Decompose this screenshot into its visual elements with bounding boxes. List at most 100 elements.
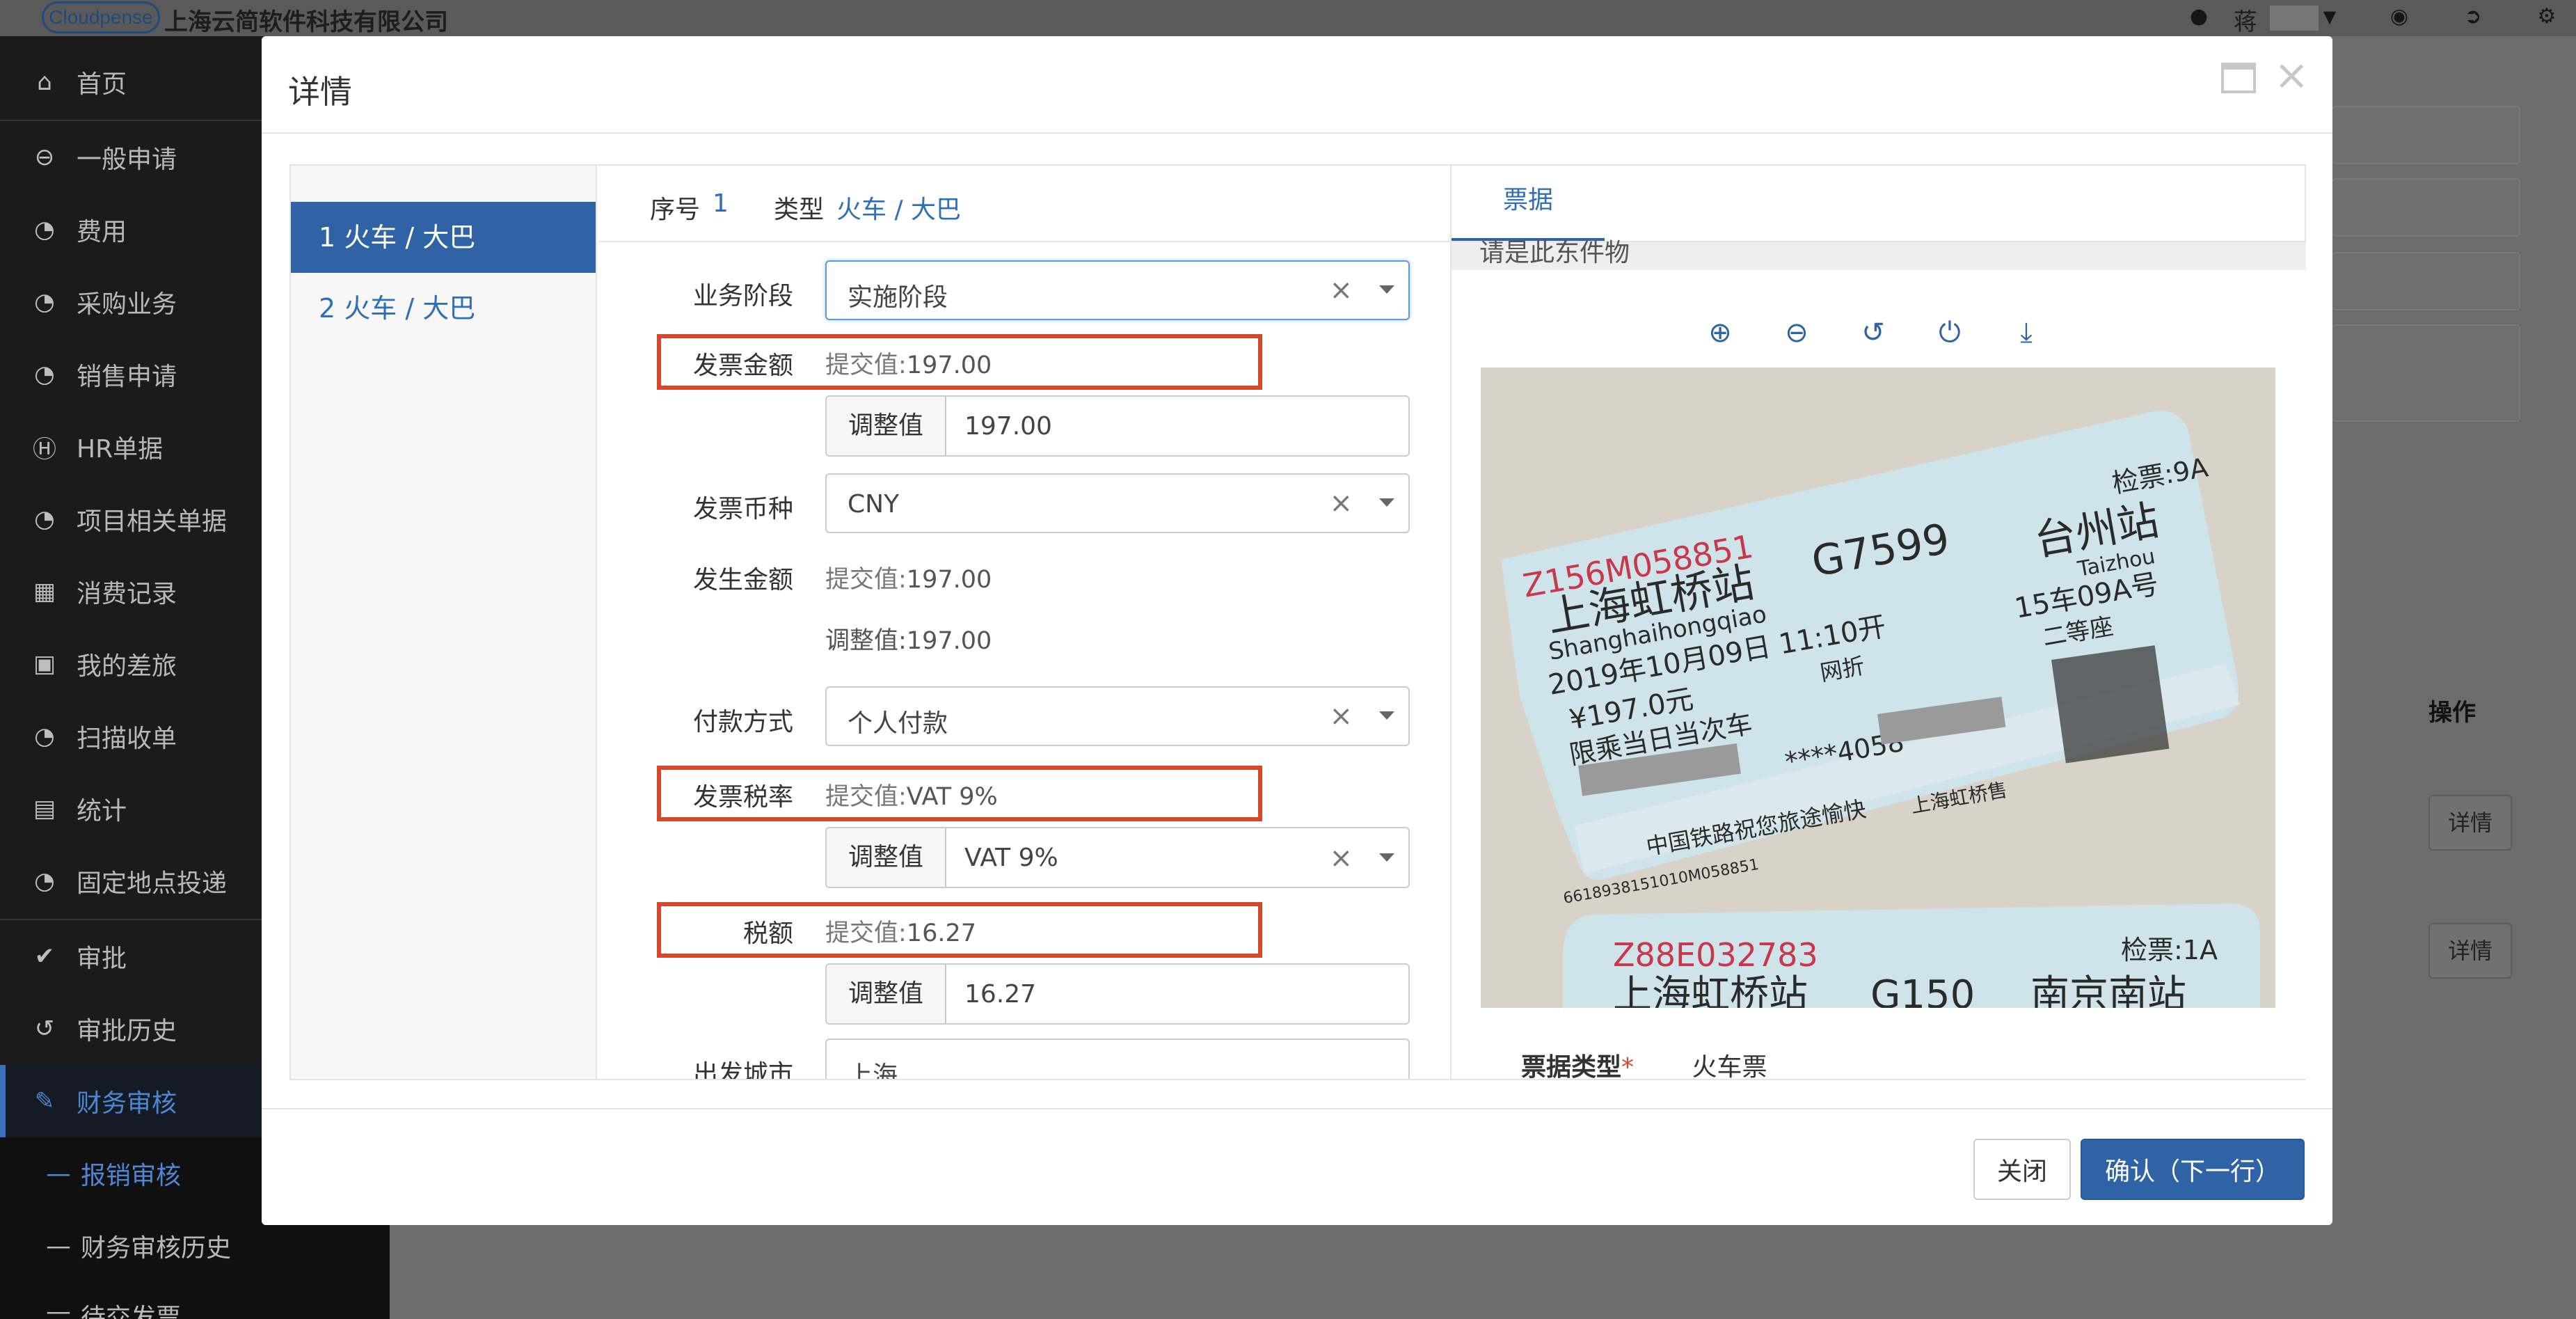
submitted-value: 197.00 xyxy=(906,352,992,379)
tax-rate-adjust-select[interactable]: 调整值 VAT 9% × xyxy=(825,827,1410,888)
submitted-prefix: 提交值: xyxy=(825,783,907,811)
detail-modal: 详情 × 1 火车 / 大巴 2 火车 / 大巴 序号 1 类型 火车 / 大巴… xyxy=(262,36,2332,1225)
rotate-icon[interactable]: ↺ xyxy=(1858,317,1889,348)
sidebar-item-label: 统计 xyxy=(77,797,127,826)
settings-gear-icon[interactable]: ⚙ xyxy=(2533,0,2561,33)
payment-method-select[interactable]: 个人付款 × xyxy=(825,686,1410,746)
close-button[interactable]: 关闭 xyxy=(1973,1139,2071,1200)
modal-footer: 关闭 确认（下一行） xyxy=(262,1108,2332,1225)
home-icon: ⌂ xyxy=(37,68,52,96)
tax-rate-label: 发票税率 xyxy=(692,783,793,812)
background-input xyxy=(2331,106,2520,164)
confirm-next-button[interactable]: 确认（下一行） xyxy=(2081,1139,2305,1200)
sidebar-subitem-pending-invoice[interactable]: — 待交发票 xyxy=(0,1282,390,1319)
chevron-down-icon[interactable] xyxy=(1379,853,1394,862)
sidebar-item-label: HR单据 xyxy=(77,435,164,464)
ticket-type-value: 火车票 xyxy=(1692,1053,1767,1082)
globe-icon[interactable]: ◉ xyxy=(2385,0,2413,33)
zoom-out-icon[interactable]: ⊖ xyxy=(1781,317,1812,348)
background-textarea xyxy=(2331,324,2520,422)
tax-rate-submitted: 提交值:VAT 9% xyxy=(825,777,998,812)
payment-method-value: 个人付款 xyxy=(848,709,948,738)
sidebar-item-label: 我的差旅 xyxy=(77,652,177,681)
adjust-value: 16.27 xyxy=(964,980,1037,1009)
chevron-down-icon[interactable] xyxy=(1379,498,1394,507)
maximize-icon[interactable] xyxy=(2221,63,2256,93)
invoice-amount-adjust-input[interactable]: 调整值 197.00 xyxy=(825,395,1410,457)
receipt-image[interactable]: Z156M058851 上海虹桥站 Shanghaihongqiao G7599… xyxy=(1481,368,2275,1008)
sidebar-item-label: 审批历史 xyxy=(77,1017,177,1045)
dash-icon: — xyxy=(46,1297,71,1319)
record-icon: ▦ xyxy=(33,578,56,606)
user-name-redacted xyxy=(2270,6,2319,31)
modal-body: 1 火车 / 大巴 2 火车 / 大巴 序号 1 类型 火车 / 大巴 业务阶段… xyxy=(289,164,2306,1082)
business-stage-label: 业务阶段 xyxy=(692,282,793,310)
receipt-pane: 票据 请是此东件物 ⊕ ⊖ ↺ ⏻ ⤓ Z156M058851 上海虹桥站 Sh… xyxy=(1450,166,2306,1082)
chevron-down-icon[interactable] xyxy=(1379,711,1394,720)
reset-icon[interactable]: ⏻ xyxy=(1934,317,1965,348)
tax-amount-submitted: 提交值:16.27 xyxy=(825,913,976,949)
invoice-currency-label: 发票币种 xyxy=(692,495,793,523)
ticket2-gate: 检票:1A xyxy=(2121,935,2218,965)
close-icon[interactable]: × xyxy=(2274,54,2309,96)
user-icon: ● xyxy=(2189,4,2209,29)
tax-amount-label: 税额 xyxy=(742,919,793,948)
zoom-in-icon[interactable]: ⊕ xyxy=(1705,317,1735,348)
train-ticket-photo: Z156M058851 上海虹桥站 Shanghaihongqiao G7599… xyxy=(1481,368,2275,1008)
tax-amount-adjust-input[interactable]: 调整值 16.27 xyxy=(825,963,1410,1025)
business-stage-select[interactable]: 实施阶段 × xyxy=(825,260,1410,320)
logout-icon[interactable]: ➲ xyxy=(2459,0,2487,33)
departure-city-input[interactable]: 上海 xyxy=(825,1038,1410,1079)
sidebar-item-label: 销售申请 xyxy=(77,363,177,391)
list-item[interactable]: 2 火车 / 大巴 xyxy=(291,273,596,344)
sidebar-subitem-label: 财务审核历史 xyxy=(81,1234,232,1263)
ticket2-to: 南京南站 xyxy=(2030,972,2186,1008)
company-name: 上海云简软件科技有限公司 xyxy=(164,8,448,36)
occurred-amount-submitted: 提交值:197.00 xyxy=(825,560,992,595)
sidebar-item-label: 首页 xyxy=(77,70,127,99)
download-icon[interactable]: ⤓ xyxy=(2011,317,2042,348)
list-item[interactable]: 1 火车 / 大巴 xyxy=(291,202,596,273)
user-name[interactable]: 蒋 xyxy=(2234,3,2257,37)
ticket2-train: G150 xyxy=(1870,972,1975,1008)
company-logo: Cloudpense xyxy=(42,1,160,33)
clear-icon[interactable]: × xyxy=(1329,487,1353,519)
sales-icon: ◔ xyxy=(34,361,55,388)
clear-icon[interactable]: × xyxy=(1329,700,1353,732)
sidebar-item-label: 财务审核 xyxy=(77,1089,177,1118)
edit-icon: ✎ xyxy=(34,1087,55,1115)
suitcase-icon: ▣ xyxy=(33,650,56,678)
form-header: 序号 1 类型 火车 / 大巴 xyxy=(598,166,1450,242)
adjust-value: 197.00 xyxy=(964,412,1052,441)
clear-icon[interactable]: × xyxy=(1329,842,1353,874)
chevron-down-icon[interactable] xyxy=(1379,285,1394,294)
expense-line-list: 1 火车 / 大巴 2 火车 / 大巴 xyxy=(291,166,597,1079)
background-select xyxy=(2331,252,2520,310)
location-icon: ◔ xyxy=(34,867,55,895)
bar-chart-icon: ▤ xyxy=(33,795,56,823)
sidebar-subitem-label: 报销审核 xyxy=(81,1162,182,1190)
occurred-amount-adjusted: 调整值:197.00 xyxy=(825,621,992,656)
invoice-amount-label: 发票金额 xyxy=(692,352,793,380)
hr-icon: Ⓗ xyxy=(33,435,56,464)
ticket2-from: 上海虹桥站 xyxy=(1613,972,1808,1008)
detail-form: 序号 1 类型 火车 / 大巴 业务阶段 实施阶段 × 发票金额 提交值:197… xyxy=(598,166,1450,1079)
business-stage-value: 实施阶段 xyxy=(848,283,948,312)
submitted-value: VAT 9% xyxy=(906,783,998,811)
clear-icon[interactable]: × xyxy=(1329,274,1353,306)
check-circle-icon: ✔ xyxy=(34,942,55,970)
sidebar-item-label: 消费记录 xyxy=(77,580,177,608)
ticket2-code: Z88E032783 xyxy=(1613,936,1818,974)
submitted-prefix: 提交值: xyxy=(825,352,907,379)
submitted-value: 16.27 xyxy=(906,919,976,947)
minus-circle-icon: ⊖ xyxy=(34,143,55,171)
departure-city-value: 上海 xyxy=(848,1061,898,1079)
adjust-addon: 调整值 xyxy=(827,397,946,455)
row-detail-button[interactable]: 详情 xyxy=(2428,795,2512,851)
invoice-currency-select[interactable]: CNY × xyxy=(825,473,1410,533)
user-menu-caret-icon[interactable]: ▼ xyxy=(2316,0,2344,33)
ticket-type-label: 票据类型 xyxy=(1521,1053,1622,1082)
tab-receipt[interactable]: 票据 xyxy=(1452,166,1605,242)
sidebar-subitem-label: 待交发票 xyxy=(81,1304,182,1319)
row-detail-button[interactable]: 详情 xyxy=(2428,923,2512,979)
